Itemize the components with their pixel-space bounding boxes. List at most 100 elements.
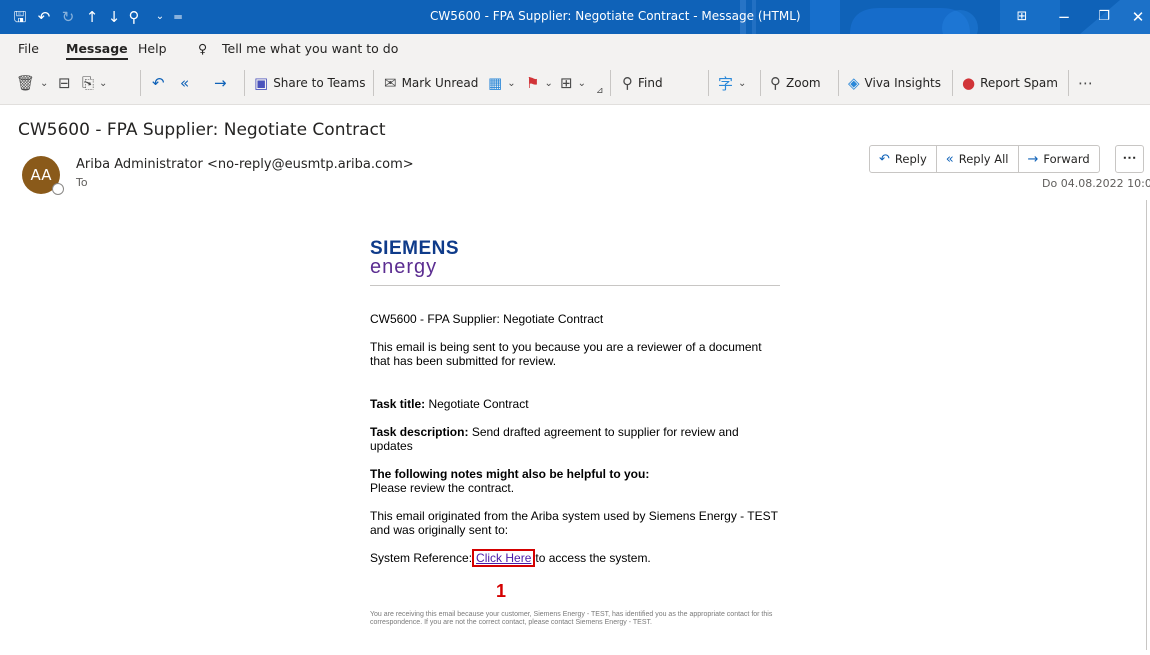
task-title: Task title: Negotiate Contract (370, 397, 780, 411)
menu-file[interactable]: File (18, 41, 39, 56)
more-icon: ⋯ (1122, 149, 1137, 165)
more-icon: ⋯ (1078, 74, 1093, 92)
more-commands-button[interactable]: ⋯ (1078, 72, 1093, 94)
rules-button[interactable]: ⊞ ⌄ (560, 72, 586, 94)
delete-button[interactable]: 🗑 (16, 72, 35, 94)
categorize-button[interactable]: ▦ ⌄ (488, 72, 516, 94)
origin-text: This email originated from the Ariba sys… (370, 509, 778, 537)
lightbulb-icon: ♀ (198, 41, 208, 56)
message-subject: CW5600 - FPA Supplier: Negotiate Contrac… (18, 120, 386, 140)
close-icon[interactable]: ✕ (1128, 7, 1148, 27)
annotation-marker: 1 (496, 581, 507, 601)
delete-dropdown[interactable]: ⌄ (40, 72, 48, 94)
task-description-label: Task description: (370, 425, 469, 439)
system-reference-suffix: to access the system. (535, 551, 651, 565)
chevron-down-icon: ⌄ (40, 77, 49, 89)
sender-address[interactable]: Ariba Administrator <no-reply@eusmtp.ari… (76, 157, 414, 172)
flag-icon: ⚑ (526, 74, 540, 92)
customize-toolbar-icon[interactable]: ⌄ (150, 7, 170, 27)
previous-item-icon[interactable]: ↑ (82, 7, 102, 27)
quick-access-menu-icon[interactable]: ═ (168, 7, 188, 27)
viva-insights-button[interactable]: ◈ Viva Insights (848, 72, 941, 94)
report-spam-label: Report Spam (980, 76, 1058, 90)
ribbon-divider (708, 70, 709, 96)
title-bar: 🖫 ↶ ↻ ↑ ↓ ⚲ ⌄ ═ CW5600 - FPA Supplier: N… (0, 0, 1150, 34)
next-item-icon[interactable]: ↓ (104, 7, 124, 27)
forward-button[interactable]: → (214, 72, 227, 94)
find-label: Find (638, 76, 663, 90)
menu-bar: File Message Help ♀ Tell me what you wan… (0, 34, 1150, 62)
more-actions-button[interactable]: ⋯ (1115, 145, 1144, 173)
system-reference-prefix: System Reference: (370, 551, 473, 565)
undo-icon[interactable]: ↶ (34, 7, 54, 27)
ribbon-divider (760, 70, 761, 96)
reply-button[interactable]: ↶ (152, 72, 165, 94)
chevron-down-icon: ⌄ (99, 77, 108, 89)
reply-label: Reply (894, 152, 927, 166)
email-heading: CW5600 - FPA Supplier: Negotiate Contrac… (370, 312, 604, 326)
tell-me-search[interactable]: Tell me what you want to do (222, 41, 398, 56)
dialog-launcher-icon: ⊿ (596, 86, 604, 96)
report-spam-button[interactable]: ● Report Spam (962, 72, 1058, 94)
archive-icon: ⊟ (58, 74, 71, 92)
ribbon-divider (838, 70, 839, 96)
forward-action-button[interactable]: → Forward (1019, 146, 1099, 172)
task-title-value: Negotiate Contract (428, 397, 529, 411)
presence-indicator (52, 183, 64, 195)
vertical-scrollbar[interactable] (1146, 200, 1147, 650)
translate-button[interactable]: 字 ⌄ (718, 72, 746, 94)
share-to-teams-button[interactable]: ▣ Share to Teams (254, 72, 365, 94)
translate-icon: 字 (718, 74, 734, 93)
restore-icon[interactable]: ❐ (1094, 7, 1114, 27)
follow-up-button[interactable]: ⚑ ⌄ (526, 72, 553, 94)
notes-label: The following notes might also be helpfu… (370, 467, 650, 481)
chevron-down-icon: ⌄ (738, 77, 747, 89)
reply-all-icon: « (945, 151, 954, 167)
ribbon-divider (952, 70, 953, 96)
email-intro: This email is being sent to you because … (370, 340, 762, 368)
message-actions: ↶ Reply « Reply All → Forward (869, 145, 1100, 173)
envelope-icon: ✉ (384, 74, 397, 92)
report-spam-icon: ● (962, 74, 976, 92)
reply-all-button[interactable]: « (180, 72, 189, 94)
ribbon-divider (610, 70, 611, 96)
forward-icon: → (1027, 151, 1039, 167)
save-icon[interactable]: 🖫 (10, 7, 30, 27)
viva-insights-icon: ◈ (848, 74, 860, 92)
menu-help[interactable]: Help (138, 41, 167, 56)
task-title-label: Task title: (370, 397, 426, 411)
mark-unread-button[interactable]: ✉ Mark Unread (384, 72, 478, 94)
email-footer: You are receiving this email because you… (370, 611, 773, 626)
forward-label: Forward (1043, 152, 1090, 166)
archive-button[interactable]: ⊟ (58, 72, 71, 94)
move-button[interactable]: ⎘ ⌄ (82, 72, 107, 94)
categorize-icon: ▦ (488, 74, 503, 92)
reply-action-button[interactable]: ↶ Reply (870, 146, 937, 172)
minimize-icon[interactable]: − (1054, 7, 1074, 27)
attach-icon[interactable]: ⚲ (124, 7, 144, 27)
menu-message[interactable]: Message (66, 41, 128, 60)
email-body: SIEMENS energy CW5600 - FPA Supplier: Ne… (370, 239, 780, 567)
rules-icon: ⊞ (560, 74, 573, 92)
click-here-link[interactable]: Click Here (472, 549, 536, 567)
chevron-down-icon: ⌄ (507, 77, 516, 89)
ribbon-display-options-icon[interactable]: ⊞ (1012, 7, 1032, 27)
notes-value: Please review the contract. (370, 481, 515, 495)
message-date: Do 04.08.2022 10:04 (1042, 177, 1150, 190)
zoom-label: Zoom (786, 76, 821, 90)
zoom-button[interactable]: ⚲ Zoom (770, 72, 821, 94)
system-reference: System Reference: Click Here to access the… (370, 549, 780, 567)
reply-all-label: Reply All (958, 152, 1009, 166)
task-description: Task description: Send drafted agreement… (370, 425, 780, 453)
group-expand-button[interactable]: ⊿ (596, 80, 604, 102)
energy-logo-text: energy (370, 256, 438, 278)
to-label: To (76, 176, 88, 189)
ribbon-divider (373, 70, 374, 96)
reply-all-action-button[interactable]: « Reply All (937, 146, 1019, 172)
find-button[interactable]: ⚲ Find (622, 72, 663, 94)
ribbon-divider (1068, 70, 1069, 96)
ribbon-toolbar: 🗑 ⌄ ⊟ ⎘ ⌄ ↶ « → ▣ Share to Teams ✉ Mark Unr… (0, 62, 1150, 105)
redo-icon[interactable]: ↻ (58, 7, 78, 27)
trash-icon: 🗑 (16, 74, 36, 92)
chevron-down-icon: ⌄ (577, 77, 586, 89)
